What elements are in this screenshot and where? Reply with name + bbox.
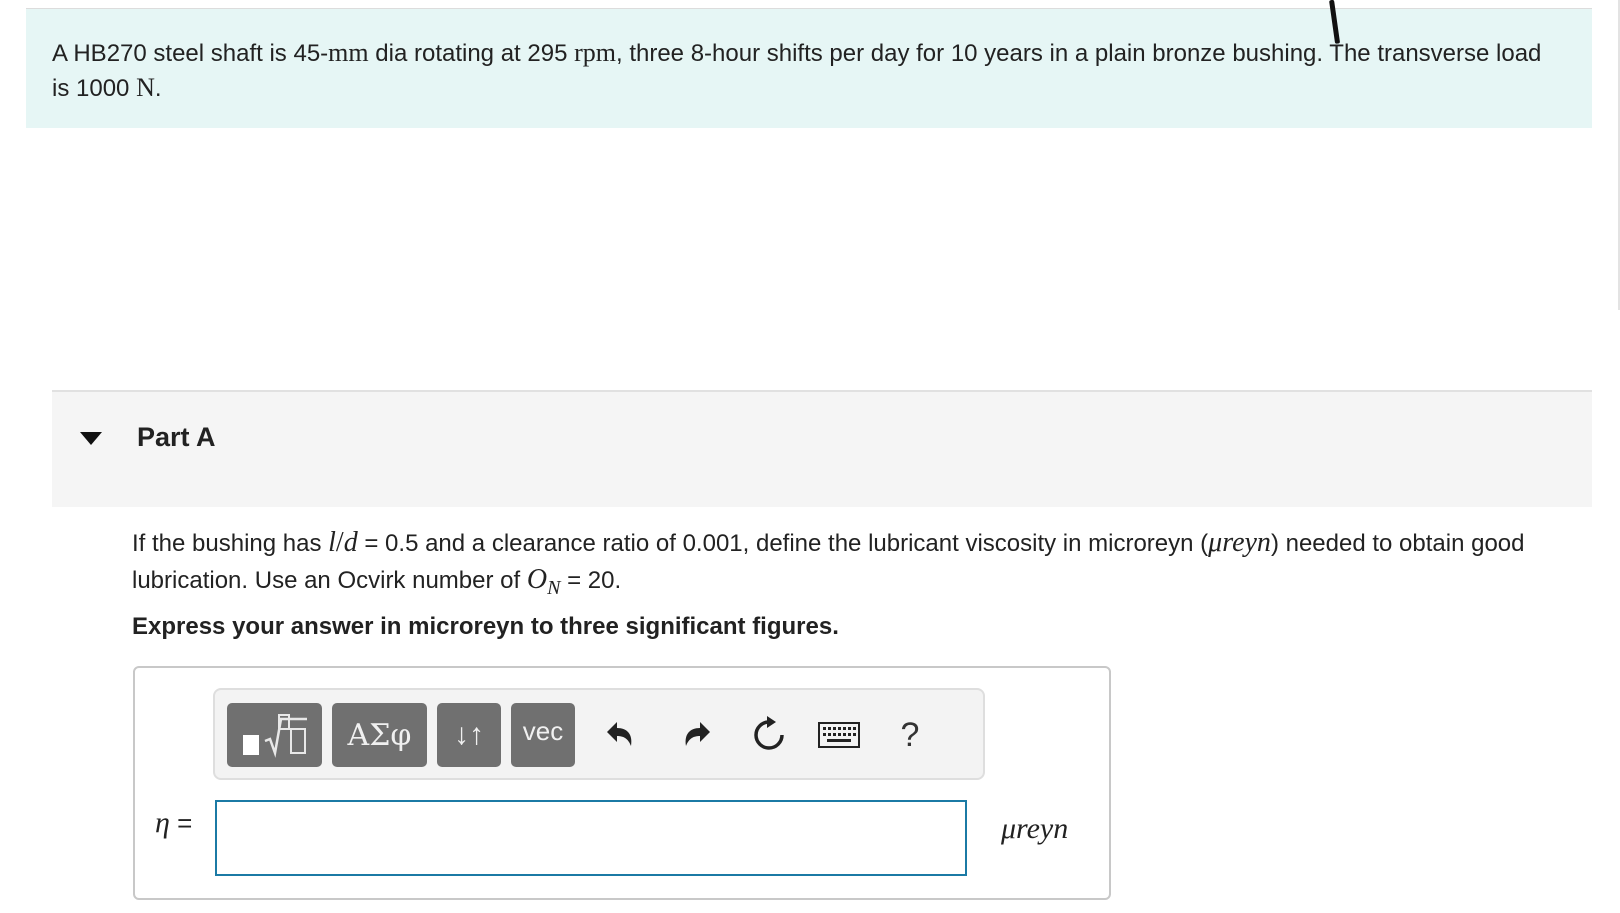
math-toolbar: ΑΣφ ↓↑ vec ? [213,688,985,780]
arrows-button[interactable]: ↓↑ [437,703,501,767]
variable-label: η = [155,806,193,839]
collapse-caret-icon[interactable] [80,432,102,445]
answer-container: ΑΣφ ↓↑ vec ? η = μreyn [133,666,1111,900]
help-button[interactable]: ? [883,708,937,762]
unit-label: μreyn [1001,812,1069,845]
templates-icon [242,714,307,758]
redo-icon[interactable] [670,708,724,762]
undo-icon[interactable] [593,708,647,762]
problem-intro-panel: A HB270 steel shaft is 45-mm dia rotatin… [26,9,1592,128]
part-a-header[interactable]: Part A [52,390,1592,507]
part-title: Part A [137,422,216,452]
problem-intro-text: A HB270 steel shaft is 45-mm dia rotatin… [52,38,1542,102]
answer-input[interactable] [215,800,967,876]
question-text: If the bushing has l/d = 0.5 and a clear… [132,527,1525,599]
answer-instruction: Express your answer in microreyn to thre… [132,613,839,640]
reset-icon[interactable] [742,708,796,762]
greek-symbols-button[interactable]: ΑΣφ [332,703,427,767]
vector-button[interactable]: vec [511,703,575,767]
templates-button[interactable] [227,703,322,767]
keyboard-icon[interactable] [812,708,866,762]
